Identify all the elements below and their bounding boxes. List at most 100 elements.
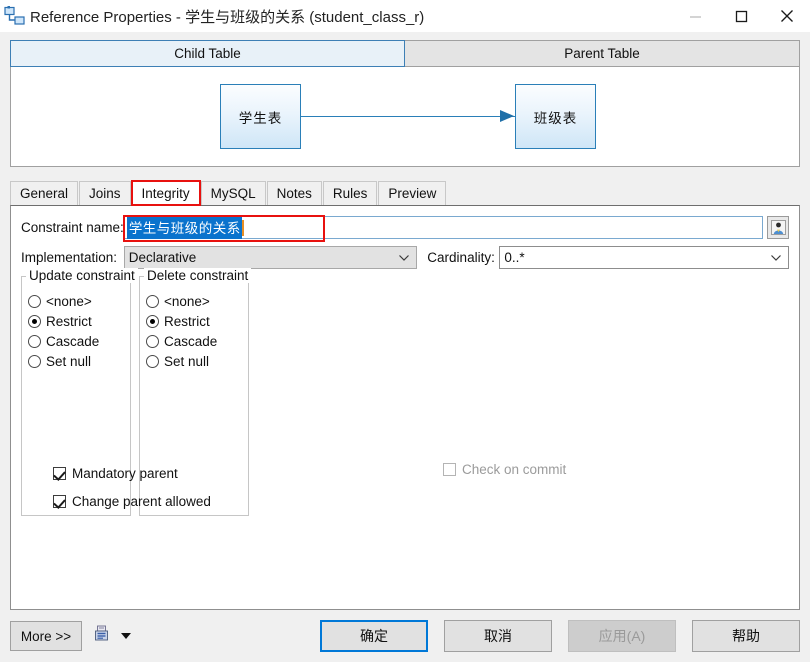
change-parent-allowed-checkbox[interactable] — [53, 494, 66, 508]
implementation-select[interactable]: Declarative — [123, 246, 418, 269]
reference-properties-dialog: Reference Properties - 学生与班级的关系 (student… — [0, 0, 810, 662]
minimize-button[interactable] — [672, 0, 718, 32]
tab-notes[interactable]: Notes — [266, 181, 322, 205]
integrity-checkboxes: Mandatory parent Check on commit Change … — [53, 462, 793, 518]
delete-option-none[interactable]: <none> — [146, 291, 248, 311]
delete-option-set-null[interactable]: Set null — [146, 351, 248, 371]
integrity-tab-panel: Constraint name: 学生与班级的关系 Implementation… — [10, 205, 800, 610]
mandatory-parent-label: Mandatory parent — [72, 465, 178, 481]
check-on-commit-label: Check on commit — [462, 462, 567, 477]
window-title: Reference Properties - 学生与班级的关系 (student… — [30, 9, 425, 26]
tab-general[interactable]: General — [10, 181, 79, 205]
constraint-name-value: 学生与班级的关系 — [126, 216, 242, 239]
delete-constraint-legend: Delete constraint — [144, 268, 252, 283]
tab-rules[interactable]: Rules — [322, 181, 378, 205]
ok-button-label: 确定 — [360, 628, 388, 644]
more-button[interactable]: More >> — [10, 621, 82, 651]
dialog-footer: More >> 确定 取消 应用(A) 帮助 — [0, 610, 810, 662]
implementation-value: Declarative — [128, 250, 197, 265]
delete-option-cascade-label: Cascade — [164, 333, 218, 349]
update-option-cascade[interactable]: Cascade — [28, 331, 130, 351]
cardinality-label: Cardinality: — [427, 250, 495, 265]
update-constraint-legend: Update constraint — [26, 268, 138, 283]
cancel-button[interactable]: 取消 — [444, 620, 552, 652]
maximize-button[interactable] — [718, 0, 764, 32]
tab-rules-label: Rules — [332, 186, 368, 201]
apply-button-label: 应用(A) — [598, 628, 646, 644]
close-icon — [781, 10, 793, 22]
radio-selected-icon — [28, 314, 41, 328]
relationship-preview-panel: Child Table Parent Table 学生表 班级表 — [10, 40, 800, 167]
cardinality-select[interactable]: 0..* — [499, 246, 789, 269]
entity-box-parent[interactable]: 班级表 — [515, 84, 596, 149]
radio-icon — [28, 334, 41, 348]
change-parent-allowed-label: Change parent allowed — [72, 493, 211, 509]
delete-option-restrict[interactable]: Restrict — [146, 311, 248, 331]
check-on-commit-row: Check on commit — [443, 462, 566, 477]
implementation-row: Implementation: Declarative Cardinality:… — [21, 246, 789, 269]
update-option-restrict-label: Restrict — [46, 313, 92, 329]
tab-parent-table[interactable]: Parent Table — [405, 40, 800, 67]
update-option-none[interactable]: <none> — [28, 291, 130, 311]
change-parent-allowed-row: Change parent allowed — [53, 490, 793, 512]
print-report-icon — [95, 625, 108, 641]
entity-parent-label: 班级表 — [533, 110, 578, 126]
tab-child-table-label: Child Table — [174, 46, 241, 61]
tab-integrity[interactable]: Integrity — [130, 180, 201, 206]
chevron-down-icon — [399, 254, 410, 261]
mandatory-parent-row: Mandatory parent Check on commit — [53, 462, 793, 484]
radio-icon — [28, 294, 41, 308]
tab-parent-table-label: Parent Table — [564, 46, 640, 61]
arrow-right-icon — [500, 110, 514, 122]
radio-icon — [146, 354, 159, 368]
text-caret — [241, 219, 244, 236]
minimize-icon — [689, 15, 701, 18]
property-tabs: General Joins Integrity MySQL Notes Rule… — [10, 180, 810, 206]
tab-preview[interactable]: Preview — [378, 181, 447, 205]
mandatory-parent-checkbox[interactable] — [53, 466, 66, 480]
more-button-label: More >> — [20, 628, 72, 644]
maximize-icon — [735, 10, 747, 22]
update-option-none-label: <none> — [46, 293, 92, 309]
radio-selected-icon — [146, 314, 159, 328]
title-bar: Reference Properties - 学生与班级的关系 (student… — [0, 0, 810, 32]
tab-mysql-label: MySQL — [210, 186, 256, 201]
constraint-name-row: Constraint name: 学生与班级的关系 — [21, 215, 789, 242]
implementation-label: Implementation: — [21, 250, 118, 265]
close-button[interactable] — [764, 0, 810, 32]
relationship-line — [301, 116, 515, 117]
user-picker-icon — [770, 220, 786, 235]
apply-button: 应用(A) — [568, 620, 676, 652]
tab-joins[interactable]: Joins — [79, 181, 131, 205]
tab-child-table[interactable]: Child Table — [10, 40, 405, 67]
relationship-diagram: 学生表 班级表 — [10, 67, 800, 167]
help-button-label: 帮助 — [732, 628, 760, 644]
tab-preview-label: Preview — [388, 186, 437, 201]
cardinality-value: 0..* — [504, 250, 525, 265]
user-picker-button[interactable] — [767, 216, 789, 239]
update-option-restrict[interactable]: Restrict — [28, 311, 130, 331]
update-option-set-null-label: Set null — [46, 353, 92, 369]
entity-box-child[interactable]: 学生表 — [220, 84, 301, 149]
tab-general-label: General — [20, 186, 69, 201]
check-on-commit-checkbox — [443, 463, 456, 476]
ok-button[interactable]: 确定 — [320, 620, 428, 652]
update-option-set-null[interactable]: Set null — [28, 351, 130, 371]
print-dropdown-button[interactable] — [121, 633, 131, 639]
cancel-button-label: 取消 — [484, 628, 512, 644]
constraint-name-input[interactable]: 学生与班级的关系 — [122, 215, 763, 242]
reference-relationship-icon — [4, 6, 26, 26]
chevron-down-icon — [771, 254, 781, 261]
tab-notes-label: Notes — [276, 186, 312, 201]
tab-integrity-label: Integrity — [141, 185, 190, 201]
help-button[interactable]: 帮助 — [692, 620, 800, 652]
print-report-control — [94, 625, 131, 647]
update-option-cascade-label: Cascade — [46, 333, 100, 349]
tab-mysql[interactable]: MySQL — [200, 181, 266, 205]
print-report-button[interactable] — [94, 625, 113, 647]
delete-option-cascade[interactable]: Cascade — [146, 331, 248, 351]
table-role-tabs: Child Table Parent Table — [10, 40, 800, 67]
entity-child-label: 学生表 — [238, 110, 283, 126]
tab-joins-label: Joins — [89, 186, 121, 201]
radio-icon — [28, 354, 41, 368]
